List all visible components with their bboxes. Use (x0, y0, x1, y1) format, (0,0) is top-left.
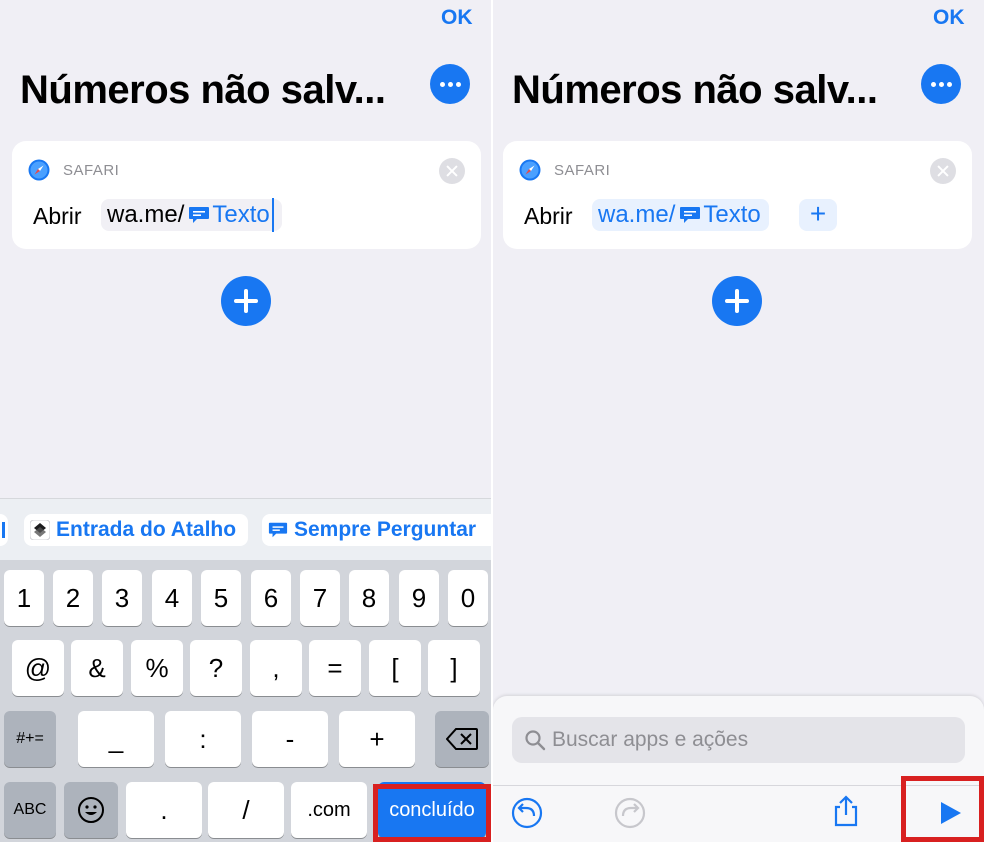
url-prefix: wa.me/ (107, 201, 185, 228)
more-options-button[interactable] (921, 64, 961, 104)
key-open-bracket[interactable]: [ (369, 640, 421, 696)
key-2[interactable]: 2 (53, 570, 93, 626)
ok-button[interactable]: OK (933, 6, 965, 30)
open-url-action-card: SAFARI Abrir wa.me/ Texto + (503, 141, 972, 249)
remove-action-button[interactable] (439, 158, 465, 184)
key-slash[interactable]: / (208, 782, 284, 838)
key-4[interactable]: 4 (152, 570, 192, 626)
text-variable-token[interactable]: Texto (703, 201, 760, 229)
key-emoji[interactable] (64, 782, 118, 838)
url-input[interactable]: wa.me/ Texto (101, 198, 282, 232)
key-underscore[interactable]: _ (78, 711, 154, 767)
redo-icon[interactable] (613, 796, 647, 830)
suggestion-label: Sempre Perguntar (294, 518, 477, 541)
ok-button[interactable]: OK (441, 6, 473, 30)
undo-icon[interactable] (510, 796, 544, 830)
key-9[interactable]: 9 (399, 570, 439, 626)
emoji-smiley-icon (78, 797, 104, 823)
suggestion-label: Entrada do Atalho (56, 518, 237, 541)
done-key-highlight (373, 784, 491, 842)
search-box[interactable] (512, 717, 965, 763)
safari-compass-icon (519, 159, 541, 181)
key-6[interactable]: 6 (251, 570, 291, 626)
app-label: SAFARI (554, 162, 611, 179)
search-icon (525, 730, 546, 751)
key-period[interactable]: . (126, 782, 202, 838)
key-percent[interactable]: % (131, 640, 183, 696)
key-plus[interactable]: + (339, 711, 415, 767)
play-button-highlight (901, 776, 984, 842)
more-options-button[interactable] (430, 64, 470, 104)
text-cursor (271, 198, 274, 232)
right-panel: OK Números não salv... SAFARI Abrir wa.m… (493, 0, 984, 842)
key-abc[interactable]: ABC (4, 782, 56, 838)
action-label: Abrir (33, 203, 82, 229)
add-action-button[interactable] (221, 276, 271, 326)
message-bubble-icon (680, 207, 701, 223)
message-bubble-icon (189, 207, 210, 223)
action-label: Abrir (524, 203, 573, 229)
key-colon[interactable]: : (165, 711, 241, 767)
key-delete[interactable] (435, 711, 489, 767)
add-variable-button[interactable]: + (799, 199, 837, 231)
key-1[interactable]: 1 (4, 570, 44, 626)
key-at[interactable]: @ (12, 640, 64, 696)
key-close-bracket[interactable]: ] (428, 640, 480, 696)
suggestion-always-ask[interactable]: Sempre Perguntar (262, 514, 491, 546)
key-8[interactable]: 8 (349, 570, 389, 626)
shortcut-title[interactable]: Números não salv... (20, 68, 386, 113)
delete-backspace-icon (446, 728, 478, 750)
key-0[interactable]: 0 (448, 570, 488, 626)
add-action-button[interactable] (712, 276, 762, 326)
action-search-sheet (493, 696, 984, 842)
key-comma[interactable]: , (250, 640, 302, 696)
url-prefix: wa.me/ (598, 201, 676, 228)
key-question[interactable]: ? (190, 640, 242, 696)
key-symbols[interactable]: #+= (4, 711, 56, 767)
key-7[interactable]: 7 (300, 570, 340, 626)
left-panel: OK Números não salv... SAFARI Abrir wa.m… (0, 0, 491, 842)
key-hyphen[interactable]: - (252, 711, 328, 767)
search-input[interactable] (552, 725, 952, 755)
key-ampersand[interactable]: & (71, 640, 123, 696)
message-bubble-icon (268, 522, 288, 538)
key-equals[interactable]: = (309, 640, 361, 696)
text-variable-token[interactable]: Texto (212, 201, 269, 229)
share-icon[interactable] (829, 794, 863, 828)
url-input[interactable]: wa.me/ Texto (592, 199, 769, 231)
shortcut-input-icon (30, 520, 50, 540)
shortcut-title[interactable]: Números não salv... (512, 68, 878, 113)
app-label: SAFARI (63, 162, 120, 179)
key-dotcom[interactable]: .com (291, 782, 367, 838)
key-3[interactable]: 3 (102, 570, 142, 626)
open-url-action-card: SAFARI Abrir wa.me/ Texto (12, 141, 481, 249)
suggestion-shortcut-input[interactable]: Entrada do Atalho (24, 514, 248, 546)
keyboard: 1 2 3 4 5 6 7 8 9 0 @ & % ? , = [ ] #+= … (0, 560, 491, 842)
key-5[interactable]: 5 (201, 570, 241, 626)
safari-compass-icon (28, 159, 50, 181)
remove-action-button[interactable] (930, 158, 956, 184)
partial-suggestion-chip[interactable] (0, 514, 8, 546)
variable-suggestion-bar: Entrada do Atalho Sempre Perguntar (0, 498, 491, 560)
